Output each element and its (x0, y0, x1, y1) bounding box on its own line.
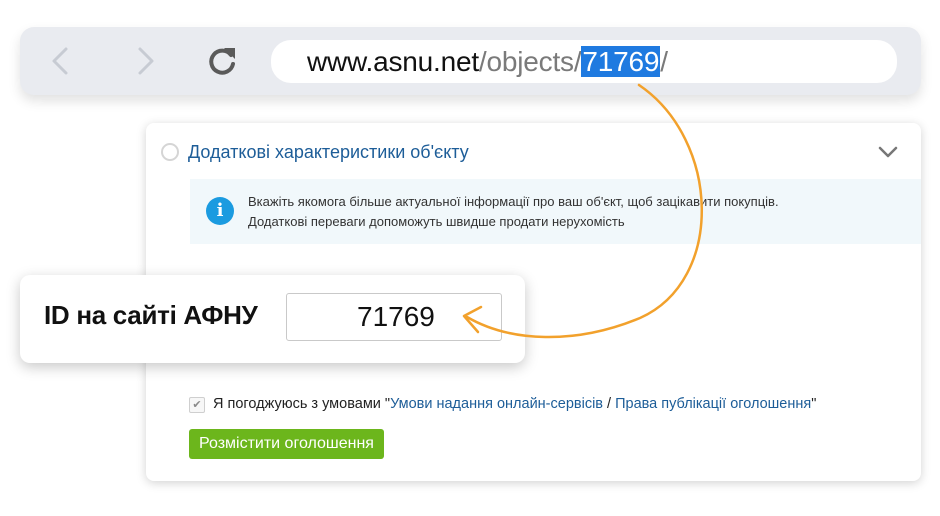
url-path: /objects/ (478, 46, 582, 77)
submit-listing-button[interactable]: Розмістити оголошення (189, 429, 384, 459)
id-callout: ID на сайті АФНУ 71769 (20, 275, 525, 363)
section-title[interactable]: Додаткові характеристики об'єкту (188, 142, 469, 163)
browser-toolbar: www.asnu.net/objects/71769/ (20, 27, 921, 95)
radio-icon[interactable] (161, 143, 179, 161)
url-field[interactable]: www.asnu.net/objects/71769/ (271, 40, 897, 83)
check-icon: ✔ (192, 399, 202, 411)
info-box: i Вкажіть якомога більше актуальної інфо… (190, 179, 921, 244)
url-text: www.asnu.net/objects/71769/ (307, 40, 668, 83)
info-text-line-2: Додаткові переваги допоможуть швидше про… (248, 214, 625, 229)
chevron-left-icon[interactable] (46, 45, 78, 77)
id-label: ID на сайті АФНУ (44, 300, 258, 330)
chevron-right-icon[interactable] (128, 45, 160, 77)
url-selected-id: 71769 (581, 46, 661, 77)
publication-rights-link[interactable]: Права публікації оголошення (615, 396, 811, 412)
info-text-line-1: Вкажіть якомога більше актуальної інформ… (248, 194, 779, 209)
id-value: 71769 (357, 301, 435, 332)
agree-prefix: Я погоджуюсь з умовами " (213, 396, 391, 412)
chevron-down-icon[interactable] (877, 145, 899, 159)
reload-icon[interactable] (206, 45, 238, 77)
url-trailing-slash: / (660, 46, 668, 77)
terms-link[interactable]: Умови надання онлайн-сервісів (390, 396, 603, 412)
agree-suffix: " (811, 396, 817, 412)
agree-label: Я погоджуюсь з умовами "Умови надання он… (213, 396, 816, 412)
info-icon: i (206, 197, 234, 225)
id-field[interactable]: 71769 (286, 293, 502, 341)
agree-separator: / (603, 396, 616, 412)
agree-checkbox[interactable]: ✔ (189, 397, 205, 413)
url-host: www.asnu.net (307, 46, 479, 77)
